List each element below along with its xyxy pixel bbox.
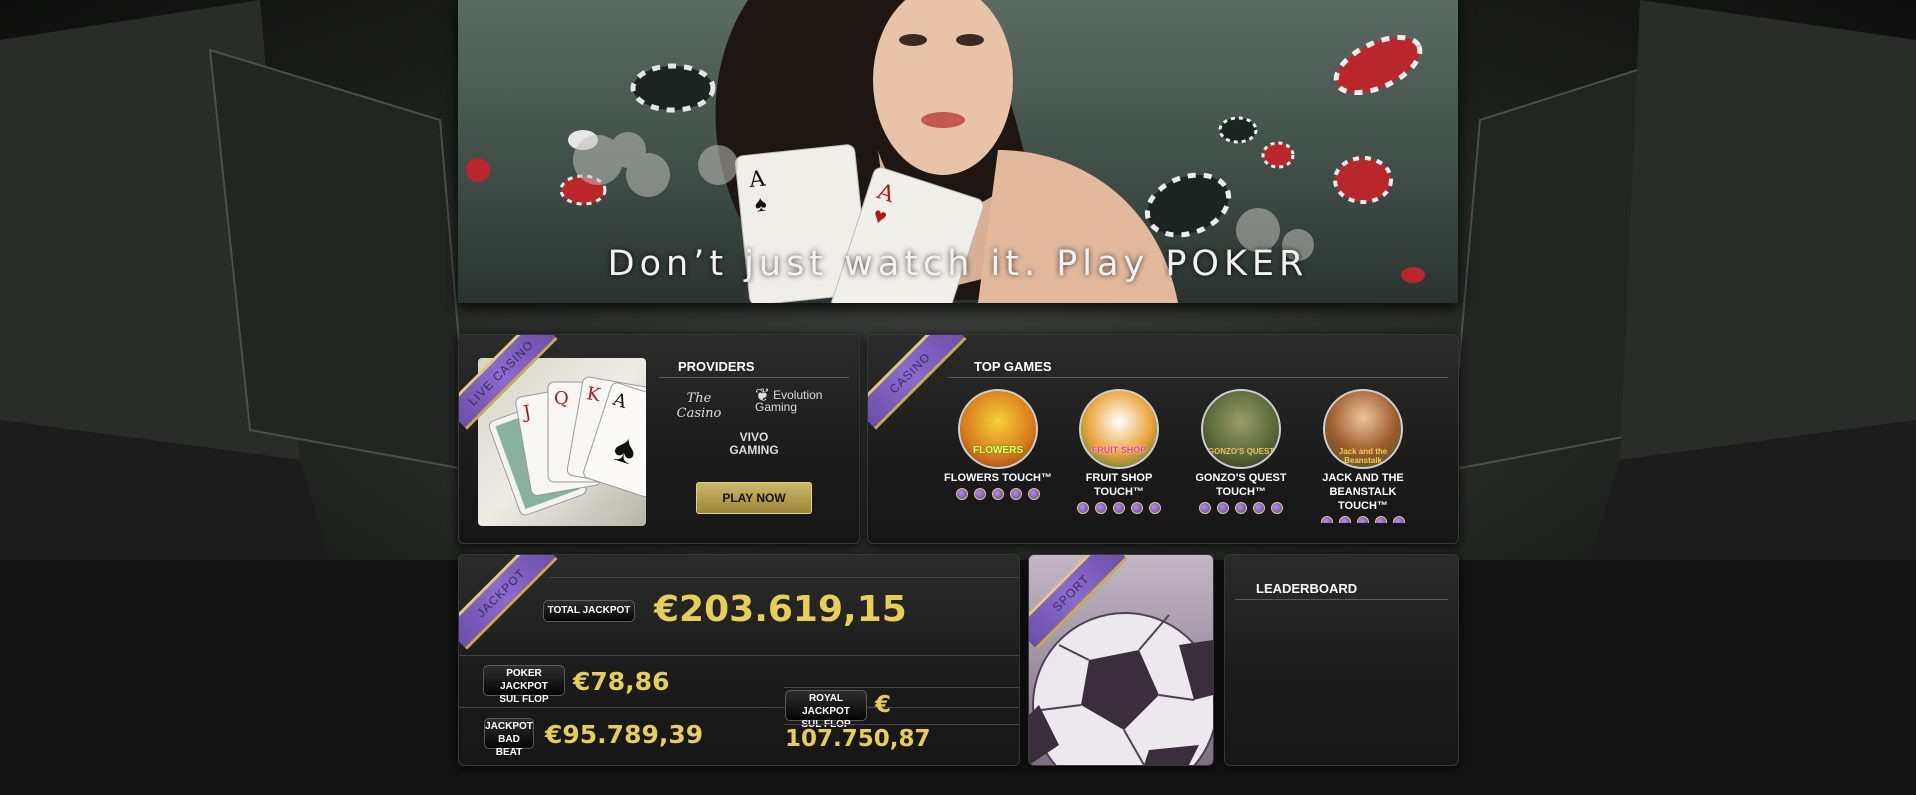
- game-rating: [1308, 515, 1418, 523]
- game-name: FRUIT SHOP TOUCH™: [1085, 472, 1153, 498]
- poker-jackpot-label: POKER JACKPOT SUL FLOP: [483, 665, 565, 705]
- poker-jackpot-value: €78,86: [573, 667, 670, 696]
- game-card[interactable]: FRUIT SHOP FRUIT SHOP TOUCH™: [1064, 389, 1174, 519]
- sport-panel[interactable]: SPORT: [1028, 554, 1214, 766]
- game-card[interactable]: Jack and the Beanstalk JACK AND THE BEAN…: [1308, 389, 1418, 523]
- top-games-title: TOP GAMES: [974, 359, 1052, 374]
- game-thumbnail[interactable]: FRUIT SHOP: [1079, 389, 1159, 469]
- hero-tagline: Don’t just watch it. Play POKER: [607, 244, 1309, 284]
- leaderboard-panel[interactable]: LEADERBOARD: [1224, 554, 1459, 766]
- game-rating: [1064, 501, 1174, 519]
- game-logo: Jack and the Beanstalk: [1338, 447, 1388, 465]
- game-thumbnail[interactable]: Jack and the Beanstalk: [1323, 389, 1403, 469]
- jackpot-panel[interactable]: JACKPOT TOTAL JACKPOT €203.619,15 POKER …: [458, 554, 1020, 766]
- provider-logo-evolution-gaming[interactable]: ❦ Evolution Gaming: [755, 386, 835, 413]
- game-card[interactable]: FLOWERS FLOWERS TOUCH™: [943, 389, 1053, 505]
- hero-banner[interactable]: A ♠ A ♥ Don’t just watch it. Play POKER: [458, 0, 1458, 303]
- royal-jackpot-value: 107.750,87: [785, 726, 931, 752]
- svg-text:Q: Q: [554, 388, 569, 409]
- game-thumbnail[interactable]: GONZO'S QUEST: [1201, 389, 1281, 469]
- badbeat-jackpot-value: €95.789,39: [545, 720, 704, 749]
- game-logo: FLOWERS: [973, 445, 1023, 456]
- casino-panel[interactable]: CASINO TOP GAMES FLOWERS FLOWERS TOUCH™ …: [867, 334, 1459, 544]
- game-rating: [1186, 501, 1296, 519]
- providers-title: PROVIDERS: [678, 359, 755, 374]
- game-logo: FRUIT SHOP: [1091, 445, 1147, 455]
- royal-jackpot-label: ROYAL JACKPOTSUL FLOP: [785, 690, 867, 730]
- game-logo: GONZO'S QUEST: [1207, 447, 1275, 456]
- game-name: JACK AND THE BEANSTALK TOUCH™: [1322, 472, 1404, 512]
- leaderboard-title: LEADERBOARD: [1256, 581, 1358, 596]
- game-rating: [943, 487, 1053, 505]
- live-casino-panel[interactable]: LIVE CASINO J Q K A ♠ PROVIDERS The Casi…: [458, 334, 860, 544]
- royal-jackpot-value-currency: €: [875, 692, 892, 718]
- badbeat-jackpot-label: JACKPOT BAD BEAT: [484, 718, 534, 758]
- provider-logo-the-casino[interactable]: The Casino: [664, 391, 734, 421]
- game-card[interactable]: GONZO'S QUEST GONZO'S QUEST TOUCH™: [1186, 389, 1296, 519]
- total-jackpot-value: €203.619,15: [654, 589, 907, 630]
- game-name: FLOWERS TOUCH™: [944, 472, 1052, 484]
- play-now-button[interactable]: PLAY NOW: [696, 482, 812, 514]
- provider-logo-vivo-gaming[interactable]: VIVO GAMING: [724, 431, 784, 457]
- total-jackpot-label: TOTAL JACKPOT: [543, 600, 635, 622]
- game-name: GONZO'S QUEST TOUCH™: [1195, 472, 1287, 498]
- game-thumbnail[interactable]: FLOWERS: [958, 389, 1038, 469]
